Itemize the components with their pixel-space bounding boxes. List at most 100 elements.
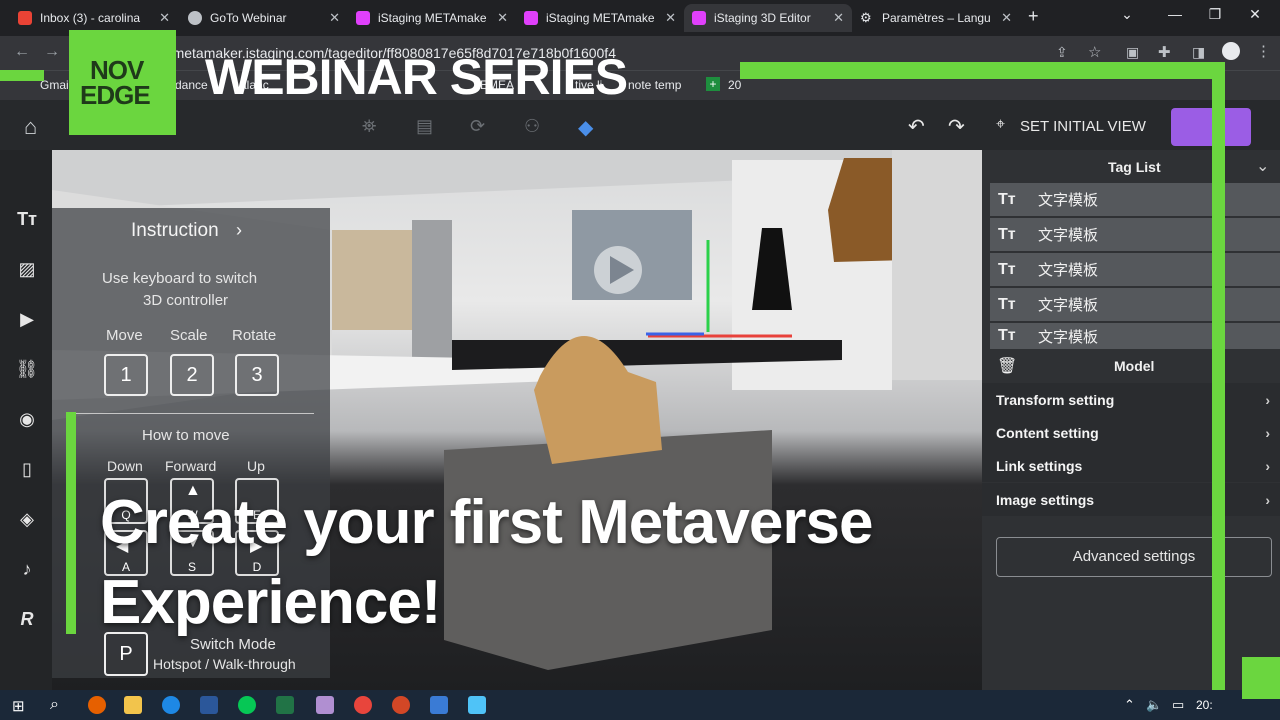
tab-parametres[interactable]: ⚙ Paramètres – Langu ✕ <box>852 4 1020 32</box>
headline-accent-bar <box>66 412 76 634</box>
undo-icon[interactable]: ↶ <box>908 114 925 139</box>
istaging-icon <box>524 11 538 25</box>
door-icon[interactable]: ▯ <box>14 456 40 482</box>
avatar[interactable] <box>1222 42 1240 60</box>
set-initial-view-button[interactable]: SET INITIAL VIEW <box>1020 118 1146 135</box>
line-icon[interactable] <box>238 696 256 714</box>
advanced-settings-button[interactable]: Advanced settings <box>996 537 1272 577</box>
close-icon[interactable]: ✕ <box>665 10 676 26</box>
link-settings-row[interactable]: Link settings › <box>982 449 1280 482</box>
bookmark-item[interactable]: Gmai <box>40 78 69 92</box>
user-settings-icon[interactable]: ⚇ <box>524 116 540 137</box>
tag-list-item[interactable]: Tт 文字模板 <box>990 253 1280 286</box>
image-icon[interactable]: ▨ <box>14 256 40 282</box>
text-tool-icon[interactable]: Tт <box>14 206 40 232</box>
tag-label: 文字模板 <box>1038 297 1099 314</box>
link-icon[interactable]: ⛓ <box>14 356 40 382</box>
tag-list-item[interactable]: Tт 文字模板 <box>990 183 1280 216</box>
dir-label-up: Up <box>247 458 265 474</box>
key-p[interactable]: P <box>104 632 148 676</box>
share-icon[interactable]: ⇪ <box>1056 44 1068 61</box>
cube-icon[interactable]: ◈ <box>14 506 40 532</box>
close-icon[interactable]: ✕ <box>329 10 340 26</box>
tab-metamaker-2[interactable]: iStaging METAmake ✕ <box>516 4 684 32</box>
location-pin-icon: ⌖ <box>996 116 1006 133</box>
close-icon[interactable]: ✕ <box>1001 10 1012 26</box>
key-3[interactable]: 3 <box>235 354 279 396</box>
map-icon[interactable]: ⛯ <box>362 116 376 137</box>
tag-icon[interactable]: ◆ <box>578 115 593 140</box>
series-title: WEBINAR SERIES <box>205 49 628 105</box>
sidebar-icon[interactable]: ◨ <box>1192 44 1205 61</box>
tag-list-item[interactable]: Tт 文字模板 <box>990 323 1280 349</box>
firefox-icon[interactable] <box>88 696 106 714</box>
save-button[interactable] <box>1171 108 1251 146</box>
headline-line-2: Experience! <box>100 568 442 637</box>
tab-goto-webinar[interactable]: GoTo Webinar ✕ <box>180 4 348 32</box>
star-icon[interactable]: ☆ <box>1088 43 1101 61</box>
extension-icon[interactable]: ▣ <box>1126 44 1139 61</box>
tab-inbox[interactable]: Inbox (3) - carolina ✕ <box>10 4 178 32</box>
paint-icon[interactable] <box>316 696 334 714</box>
chevron-down-icon[interactable]: ⌄ <box>1256 156 1269 176</box>
transform-setting-row[interactable]: Transform setting › <box>982 383 1280 416</box>
menu-icon[interactable]: ⋮ <box>1256 42 1271 60</box>
back-arrow-icon[interactable]: ← <box>14 43 30 61</box>
minimize-button[interactable]: — <box>1160 6 1190 22</box>
puzzle-icon[interactable]: ✚ <box>1158 43 1171 61</box>
switch-mode-subtitle: Hotspot / Walk-through <box>153 656 296 672</box>
tab-3d-editor[interactable]: iStaging 3D Editor ✕ <box>684 4 852 32</box>
battery-icon: ▭ <box>1172 697 1185 712</box>
bookmark-item[interactable]: note temp <box>628 78 681 92</box>
tag-list-item[interactable]: Tт 文字模板 <box>990 288 1280 321</box>
chevron-down-icon[interactable]: ⌄ <box>1112 6 1142 23</box>
maximize-button[interactable]: ❐ <box>1200 6 1230 23</box>
rotate-view-icon[interactable]: ⟳ <box>470 116 485 137</box>
bookmark-item[interactable]: 20 <box>728 78 741 92</box>
chevron-right-icon: › <box>1265 491 1270 508</box>
youtube-icon[interactable]: ▶ <box>14 306 40 332</box>
powerpoint-icon[interactable] <box>392 696 410 714</box>
tab-label: GoTo Webinar <box>210 11 287 25</box>
chrome-icon[interactable] <box>354 696 372 714</box>
close-window-button[interactable]: ✕ <box>1240 6 1270 23</box>
how-to-move-heading: How to move <box>142 427 230 444</box>
r-logo-icon[interactable]: R <box>14 606 40 632</box>
close-icon[interactable]: ✕ <box>159 10 170 26</box>
volume-icon[interactable]: 🔈 <box>1146 697 1162 713</box>
store-icon[interactable]: ▤ <box>416 116 433 137</box>
switch-mode-title: Switch Mode <box>190 636 276 653</box>
tab-metamaker-1[interactable]: iStaging METAmake ✕ <box>348 4 516 32</box>
file-explorer-icon[interactable] <box>124 696 142 714</box>
forward-arrow-icon[interactable]: → <box>44 43 60 61</box>
windows-start-icon[interactable]: ⊞ <box>12 697 25 715</box>
new-tab-button[interactable]: + <box>1028 6 1039 27</box>
bookmark-item[interactable]: dance <box>175 78 208 92</box>
snowflake-app-icon[interactable] <box>468 696 486 714</box>
tab-label: Paramètres – Langu <box>882 11 991 25</box>
edge-icon[interactable] <box>162 696 180 714</box>
search-icon[interactable]: ⌕ <box>50 696 59 714</box>
image-settings-row[interactable]: Image settings › <box>982 483 1280 516</box>
home-icon[interactable]: ⌂ <box>24 114 37 140</box>
word-icon[interactable] <box>200 696 218 714</box>
clock-time[interactable]: 20: <box>1196 698 1213 712</box>
tag-list-item[interactable]: Tт 文字模板 <box>990 218 1280 251</box>
close-icon[interactable]: ✕ <box>497 10 508 26</box>
redo-icon[interactable]: ↷ <box>948 114 965 139</box>
photos-icon[interactable] <box>430 696 448 714</box>
content-setting-row[interactable]: Content setting › <box>982 416 1280 449</box>
person-icon[interactable]: ◉ <box>14 406 40 432</box>
chevron-right-icon[interactable]: › <box>236 220 242 241</box>
instruction-title[interactable]: Instruction <box>131 220 219 242</box>
column <box>412 220 452 380</box>
music-icon[interactable]: ♪ <box>14 556 40 582</box>
key-2[interactable]: 2 <box>170 354 214 396</box>
trash-icon[interactable]: 🗑 <box>997 356 1017 376</box>
key-1[interactable]: 1 <box>104 354 148 396</box>
text-tag-icon: Tт <box>998 327 1016 344</box>
tray-chevron-icon[interactable]: ⌃ <box>1124 697 1135 713</box>
excel-icon[interactable] <box>276 696 294 714</box>
wall-poster <box>332 230 412 330</box>
close-icon[interactable]: ✕ <box>833 10 844 26</box>
